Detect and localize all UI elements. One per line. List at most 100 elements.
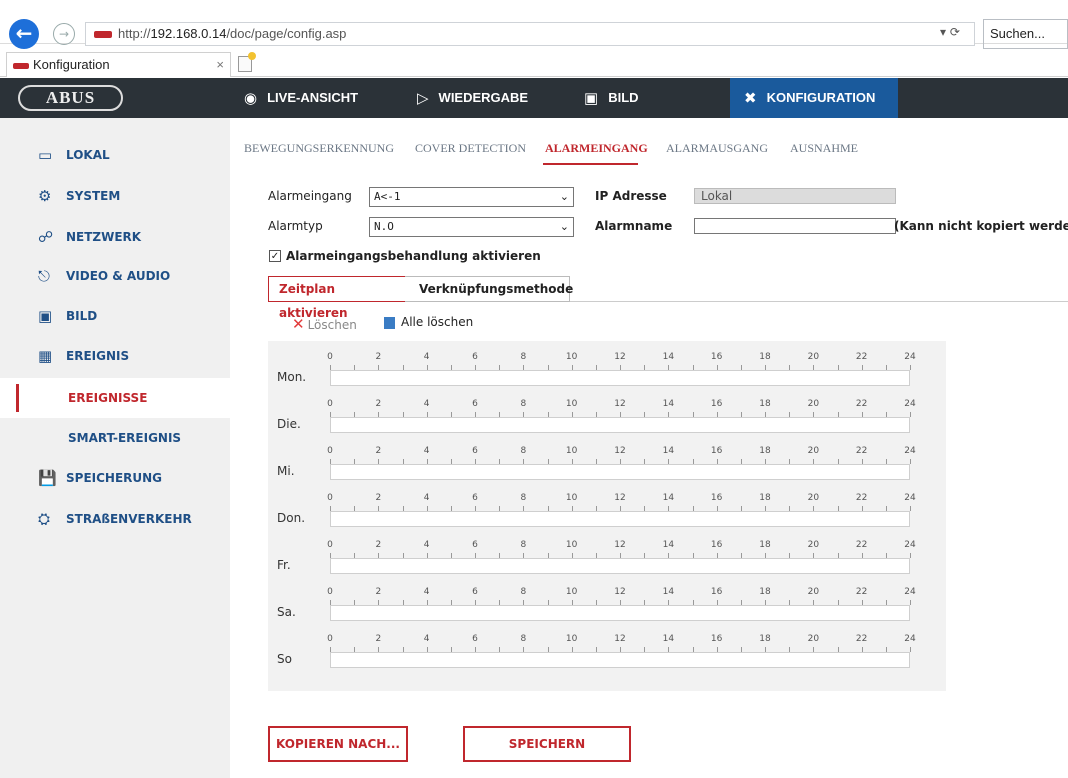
hour-tick-label: 16: [710, 634, 723, 644]
schedule-row: Die. 0 2 4 6 8 10 12 14 16 18 20 22 24: [268, 388, 946, 435]
hour-tick-label: 16: [710, 352, 723, 362]
hour-tick-label: 22: [855, 587, 868, 597]
tab-bewegungserkennung[interactable]: BEWEGUNGSERKENNUNG: [244, 141, 394, 156]
sidebar-item-label: EREIGNIS: [66, 349, 130, 363]
hour-tick-label: 12: [614, 399, 626, 409]
sidebar-item-strassenverkehr[interactable]: ⛭ STRAßENVERKEHR: [0, 499, 230, 539]
tab-alarmeingang[interactable]: ALARMEINGANG: [545, 141, 648, 156]
schedule-day-bar[interactable]: [330, 370, 910, 386]
hour-tick-label: 14: [662, 493, 675, 503]
refresh-dropdown-icon[interactable]: ▾ ⟳: [940, 25, 960, 39]
close-icon: ✕: [292, 315, 305, 333]
hour-tick-mark: [910, 459, 911, 464]
hour-tick-label: 8: [520, 493, 527, 503]
forward-arrow-icon[interactable]: →: [53, 23, 75, 45]
schedule-day-bar[interactable]: [330, 511, 910, 527]
alarmeingang-select[interactable]: A<-1 ⌄: [369, 187, 574, 207]
schedule-day-bar[interactable]: [330, 558, 910, 574]
hour-tick-label: 8: [520, 587, 527, 597]
url-field[interactable]: http://192.168.0.14/doc/page/config.asp: [85, 22, 975, 46]
nav-konfiguration[interactable]: ✖ KONFIGURATION: [730, 78, 898, 118]
hour-tick-label: 18: [759, 493, 771, 503]
abus-logo: ABUS: [18, 85, 123, 111]
hour-tick-label: 16: [710, 493, 723, 503]
day-label: Mi.: [277, 464, 295, 478]
schedule-row: Mon. 0 2 4 6 8 10 12 14 16 18 20 22 24: [268, 341, 946, 388]
hour-tick-label: 2: [375, 399, 382, 409]
schedule-row: Mi. 0 2 4 6 8 10 12 14 16 18 20 22 24: [268, 435, 946, 482]
tab-favicon-icon: [13, 62, 29, 69]
schedule-day-bar[interactable]: [330, 652, 910, 668]
sidebar-item-video-audio[interactable]: ⎋ VIDEO & AUDIO: [0, 256, 230, 296]
browser-tab-bar: Konfiguration ×: [0, 52, 1068, 77]
nav-live-ansicht[interactable]: ◉ LIVE-ANSICHT: [244, 78, 358, 118]
alarmname-note: (Kann nicht kopiert werden): [894, 219, 1068, 233]
sidebar-item-lokal[interactable]: ▭ LOKAL: [0, 135, 230, 175]
hour-tick-label: 14: [662, 634, 675, 644]
hour-tick-mark: [910, 506, 911, 511]
schedule-day-bar[interactable]: [330, 464, 910, 480]
schedule-day-bar[interactable]: [330, 605, 910, 621]
tab-alarmausgang[interactable]: ALARMAUSGANG: [666, 141, 768, 156]
hour-tick-label: 8: [520, 352, 527, 362]
hour-tick-label: 8: [520, 399, 527, 409]
hour-tick-label: 22: [855, 399, 868, 409]
sidebar-item-system[interactable]: ⚙ SYSTEM: [0, 176, 230, 216]
hour-tick-label: 22: [855, 493, 868, 503]
network-icon: ☍: [38, 228, 54, 246]
nav-wiedergabe[interactable]: ▷ WIEDERGABE: [417, 78, 528, 118]
hour-tick-label: 10: [565, 493, 578, 503]
sidebar-item-smart-ereignis[interactable]: SMART-EREIGNIS: [0, 418, 230, 458]
tab-zeitplan[interactable]: Zeitplan aktivieren: [268, 276, 406, 320]
hour-tick-label: 6: [472, 493, 478, 503]
hour-tick-label: 0: [327, 540, 333, 550]
activation-checkbox[interactable]: ✓: [269, 250, 281, 262]
sidebar-item-netzwerk[interactable]: ☍ NETZWERK: [0, 217, 230, 257]
hour-tick-label: 6: [472, 540, 478, 550]
alarmtyp-select[interactable]: N.O ⌄: [369, 217, 574, 237]
image-icon: ▣: [584, 89, 599, 107]
hour-tick-label: 6: [472, 399, 478, 409]
hour-tick-label: 6: [472, 446, 478, 456]
schedule-grid: Mon. 0 2 4 6 8 10 12 14 16 18 20 22 24 Die. 0 2 4 6 8 10 12 14…: [268, 341, 946, 691]
hour-tick-label: 24: [904, 587, 916, 597]
search-input[interactable]: Suchen...: [983, 19, 1068, 49]
schedule-day-bar[interactable]: [330, 417, 910, 433]
hour-tick-label: 18: [759, 634, 771, 644]
tab-close-icon[interactable]: ×: [216, 53, 224, 76]
browser-tab[interactable]: Konfiguration ×: [6, 52, 231, 77]
tab-verknuepfungsmethode[interactable]: Verknüpfungsmethode: [405, 276, 573, 302]
hour-tick-mark: [910, 553, 911, 558]
schedule-row: Fr. 0 2 4 6 8 10 12 14 16 18 20 22 24: [268, 529, 946, 576]
hour-tick-label: 20: [807, 352, 820, 362]
hour-tick-label: 14: [662, 540, 675, 550]
sidebar-item-speicherung[interactable]: 💾 SPEICHERUNG: [0, 458, 230, 498]
nav-bild[interactable]: ▣ BILD: [584, 78, 639, 118]
hour-tick-label: 10: [565, 587, 578, 597]
hour-tick-label: 24: [904, 634, 916, 644]
delete-button[interactable]: ✕ Löschen: [292, 315, 357, 333]
hour-tick-label: 4: [423, 540, 430, 550]
hour-tick-label: 8: [520, 540, 527, 550]
tab-cover-detection[interactable]: COVER DETECTION: [415, 141, 526, 156]
hour-tick-label: 10: [565, 634, 578, 644]
sidebar-item-ereignisse[interactable]: EREIGNISSE: [0, 378, 230, 418]
delete-all-button[interactable]: Alle löschen: [384, 315, 473, 329]
alarmeingang-value: A<-1: [374, 190, 401, 203]
nav-label: KONFIGURATION: [766, 90, 876, 105]
copy-to-button[interactable]: KOPIEREN NACH...: [268, 726, 408, 762]
save-button[interactable]: SPEICHERN: [463, 726, 631, 762]
hour-tick-label: 16: [710, 446, 723, 456]
tab-ausnahme[interactable]: AUSNAHME: [790, 141, 858, 156]
hour-tick-label: 22: [855, 634, 868, 644]
hour-tick-label: 6: [472, 634, 478, 644]
alarmname-field[interactable]: [694, 218, 896, 234]
hour-tick-mark: [910, 412, 911, 417]
back-arrow-icon[interactable]: ←: [9, 19, 39, 49]
microphone-icon: ⎋: [38, 267, 50, 285]
sidebar-item-bild[interactable]: ▣ BILD: [0, 296, 230, 336]
new-tab-icon[interactable]: [238, 52, 256, 72]
sidebar-item-ereignis[interactable]: ▦ EREIGNIS: [0, 336, 230, 376]
hour-tick-mark: [910, 647, 911, 652]
tools-icon: ✖: [744, 89, 757, 107]
